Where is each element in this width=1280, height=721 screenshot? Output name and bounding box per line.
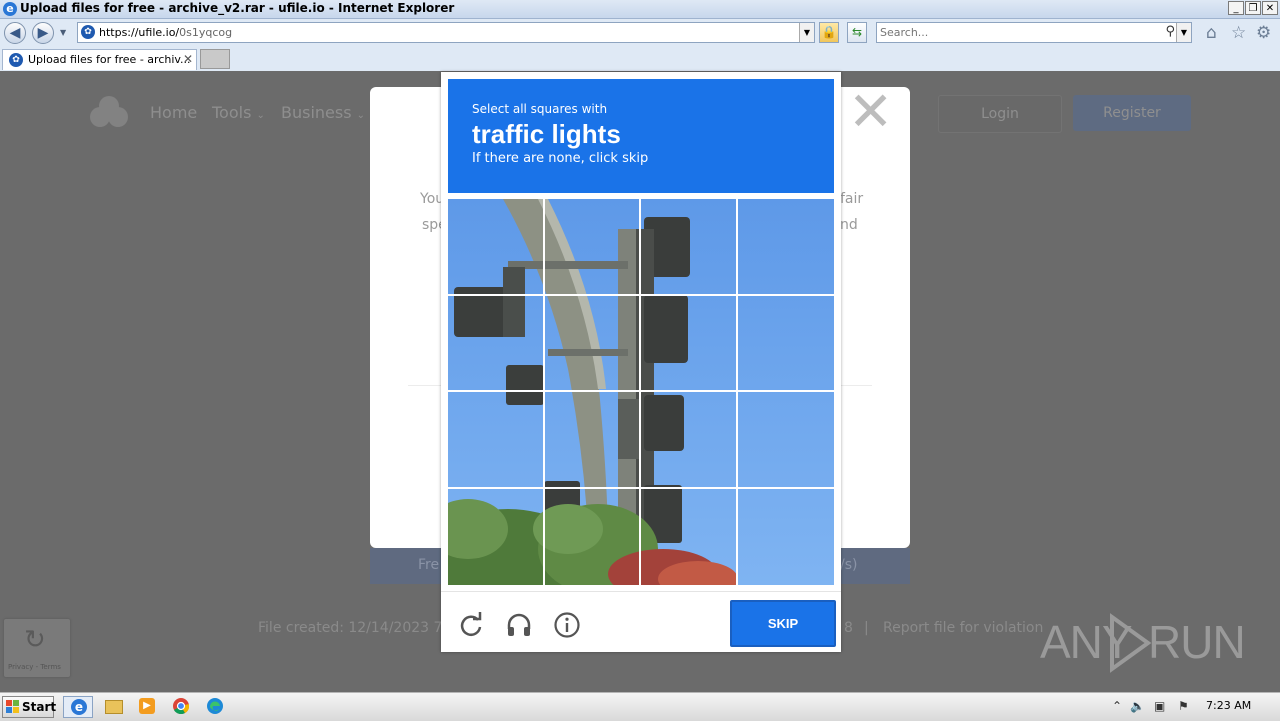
login-button[interactable]: Login: [938, 95, 1062, 133]
address-bar[interactable]: ✿ https://ufile.io/0s1yqcog ▼: [77, 22, 815, 43]
close-window-button[interactable]: ✕: [1262, 1, 1278, 15]
taskbar-explorer-button[interactable]: [98, 696, 128, 718]
recaptcha-logo-icon: ↻: [24, 625, 46, 655]
ie-icon: e: [71, 699, 87, 715]
refresh-page-icon[interactable]: ⇆: [847, 22, 867, 43]
navigation-bar: ◀ ▶ ▼ ✿ https://ufile.io/0s1yqcog ▼ 🔒 ⇆ …: [0, 19, 1280, 49]
taskbar-media-button[interactable]: ▶: [132, 696, 162, 718]
captcha-hint: If there are none, click skip: [472, 151, 649, 166]
captcha-instruction: Select all squares with: [472, 102, 608, 116]
tab-favicon-icon: ✿: [9, 53, 23, 67]
tab-active[interactable]: ✿ Upload files for free - archiv... ✕: [2, 49, 197, 70]
footer-divider: |: [864, 620, 869, 636]
favorites-star-icon[interactable]: ☆: [1231, 23, 1246, 43]
search-box[interactable]: ⚲ ▼: [876, 22, 1192, 43]
captcha-tile-r2c1[interactable]: [448, 296, 543, 391]
play-triangle-icon: [1110, 613, 1152, 673]
register-button[interactable]: Register: [1073, 95, 1191, 131]
ufile-logo-icon: [90, 96, 128, 127]
taskbar-ie-button[interactable]: e: [63, 696, 93, 718]
captcha-tile-r2c3[interactable]: [641, 296, 736, 391]
action-center-flag-icon[interactable]: ⚑: [1178, 699, 1189, 713]
taskbar-chrome-button[interactable]: [166, 696, 196, 718]
info-icon[interactable]: [553, 611, 581, 639]
nav-home-link[interactable]: Home: [150, 103, 197, 122]
captcha-tile-r2c2[interactable]: [545, 296, 640, 391]
folder-icon: [105, 700, 123, 714]
captcha-tile-r4c4[interactable]: [738, 489, 833, 584]
footer-fragment: 8: [844, 620, 853, 636]
band-text-left: Fre: [418, 557, 440, 573]
file-created-text: File created: 12/14/2023 7:22: [258, 620, 465, 636]
site-favicon-icon: ✿: [81, 25, 95, 39]
modal-text-fragment: fair: [840, 191, 864, 207]
chevron-down-icon: ⌄: [356, 110, 366, 121]
tab-close-icon[interactable]: ✕: [183, 52, 193, 66]
lock-icon[interactable]: 🔒: [819, 22, 839, 43]
captcha-tile-r1c2[interactable]: [545, 199, 640, 294]
start-label: Start: [22, 700, 57, 714]
nav-tools-link[interactable]: Tools ⌄: [212, 103, 265, 122]
new-tab-button[interactable]: [200, 49, 230, 69]
start-button[interactable]: Start: [2, 696, 57, 718]
headphones-icon[interactable]: [505, 611, 533, 639]
history-dropdown-icon[interactable]: ▼: [60, 28, 66, 37]
edge-icon: [207, 698, 223, 714]
chrome-icon: [173, 698, 189, 714]
tab-bar: ✿ Upload files for free - archiv... ✕: [0, 48, 1280, 71]
captcha-tile-r3c1[interactable]: [448, 392, 543, 487]
home-icon[interactable]: ⌂: [1206, 23, 1217, 43]
tab-label: Upload files for free - archiv...: [28, 53, 191, 66]
captcha-tile-r4c1[interactable]: [448, 489, 543, 584]
window-title-bar: e Upload files for free - archive_v2.rar…: [0, 0, 1280, 19]
captcha-tile-r1c1[interactable]: [448, 199, 543, 294]
captcha-tile-r1c3[interactable]: [641, 199, 736, 294]
captcha-image-grid: [448, 199, 834, 585]
system-tray: ⌃ 🔈 ▣ ⚑ 7:23 AM: [1104, 693, 1280, 721]
skip-button[interactable]: SKIP: [730, 600, 836, 647]
captcha-challenge: Select all squares with traffic lights I…: [441, 72, 841, 652]
restore-button[interactable]: ❐: [1245, 1, 1261, 15]
search-dropdown-button[interactable]: ▼: [1176, 23, 1191, 42]
window-title: Upload files for free - archive_v2.rar -…: [20, 1, 455, 15]
search-icon[interactable]: ⚲: [1165, 24, 1175, 39]
ie-logo-icon: e: [3, 2, 17, 16]
band-text-right: /s): [840, 557, 858, 573]
captcha-tile-r3c4[interactable]: [738, 392, 833, 487]
windows-logo-icon: [6, 700, 19, 713]
watermark-text-right: RUN: [1148, 616, 1246, 668]
minimize-button[interactable]: _: [1228, 1, 1244, 15]
captcha-tile-r3c3[interactable]: [641, 392, 736, 487]
settings-gear-icon[interactable]: ⚙: [1256, 23, 1271, 43]
captcha-tile-r4c3[interactable]: [641, 489, 736, 584]
chevron-down-icon: ⌄: [256, 110, 265, 121]
captcha-tile-r4c2[interactable]: [545, 489, 640, 584]
modal-close-icon[interactable]: ✕: [848, 85, 893, 139]
captcha-header: Select all squares with traffic lights I…: [448, 79, 834, 193]
media-player-icon: ▶: [139, 698, 155, 714]
clock[interactable]: 7:23 AM: [1206, 699, 1251, 712]
address-dropdown-button[interactable]: ▼: [799, 23, 814, 42]
address-url[interactable]: https://ufile.io/0s1yqcog: [99, 26, 232, 39]
network-icon[interactable]: ▣: [1154, 699, 1165, 713]
volume-icon[interactable]: 🔈: [1130, 699, 1145, 713]
captcha-tile-r3c2[interactable]: [545, 392, 640, 487]
refresh-icon[interactable]: [457, 611, 485, 639]
captcha-tile-r1c4[interactable]: [738, 199, 833, 294]
captcha-tile-r2c4[interactable]: [738, 296, 833, 391]
captcha-footer: SKIP: [441, 591, 841, 653]
nav-business-link[interactable]: Business ⌄: [281, 103, 365, 122]
modal-text-fragment: nd: [840, 217, 858, 233]
recaptcha-badge[interactable]: ↻ Privacy - Terms: [4, 619, 70, 677]
tray-expand-icon[interactable]: ⌃: [1112, 699, 1122, 713]
recaptcha-badge-text: Privacy - Terms: [8, 663, 61, 671]
taskbar-edge-button[interactable]: [200, 696, 230, 718]
search-input[interactable]: [880, 25, 1150, 40]
report-violation-link[interactable]: Report file for violation: [883, 620, 1043, 636]
forward-button[interactable]: ▶: [32, 22, 54, 44]
back-button[interactable]: ◀: [4, 22, 26, 44]
taskbar: Start e ▶ ⌃ 🔈 ▣ ⚑ 7:23 AM: [0, 692, 1280, 721]
captcha-target: traffic lights: [472, 119, 621, 149]
